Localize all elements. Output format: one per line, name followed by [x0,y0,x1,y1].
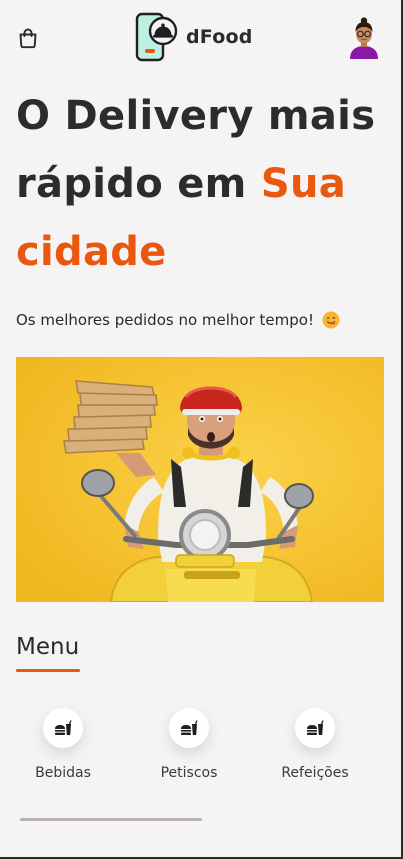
brand-name: dFood [186,26,253,48]
shopping-bag-icon[interactable] [16,26,40,50]
food-drink-icon [169,708,209,748]
category-label: Refeições [281,765,349,781]
user-avatar[interactable] [346,17,382,59]
menu-title: Menu [16,634,80,660]
food-drink-icon [43,708,83,748]
hero-subtitle-text: Os melhores pedidos no melhor tempo! [16,311,314,329]
top-header: dFood [0,12,401,64]
food-drink-icon [295,708,335,748]
hero-subtitle: Os melhores pedidos no melhor tempo! [16,311,388,329]
brand-logo[interactable]: dFood [134,12,253,62]
hero-image [16,357,384,602]
hero-title-line1: O Delivery mais [16,93,376,139]
category-bebidas[interactable]: Bebidas [8,708,118,781]
horizontal-scrollbar[interactable] [20,818,202,821]
category-label: Petiscos [160,765,218,781]
phone-cloche-icon [135,12,178,62]
category-petiscos[interactable]: Petiscos [134,708,244,781]
hero-title: O Delivery mais rápido em Sua cidade [16,82,388,286]
hero-title-accent-2: cidade [16,229,167,275]
menu-title-underline [16,669,80,672]
hero-title-accent-1: Sua [260,161,347,207]
category-refeicoes[interactable]: Refeições [260,708,370,781]
category-label: Bebidas [35,765,91,781]
yum-face-emoji [322,311,340,329]
hero-title-line2: rápido em [16,161,261,207]
app-frame: dFood O Delivery mais rápido em Sua cida… [0,0,403,859]
